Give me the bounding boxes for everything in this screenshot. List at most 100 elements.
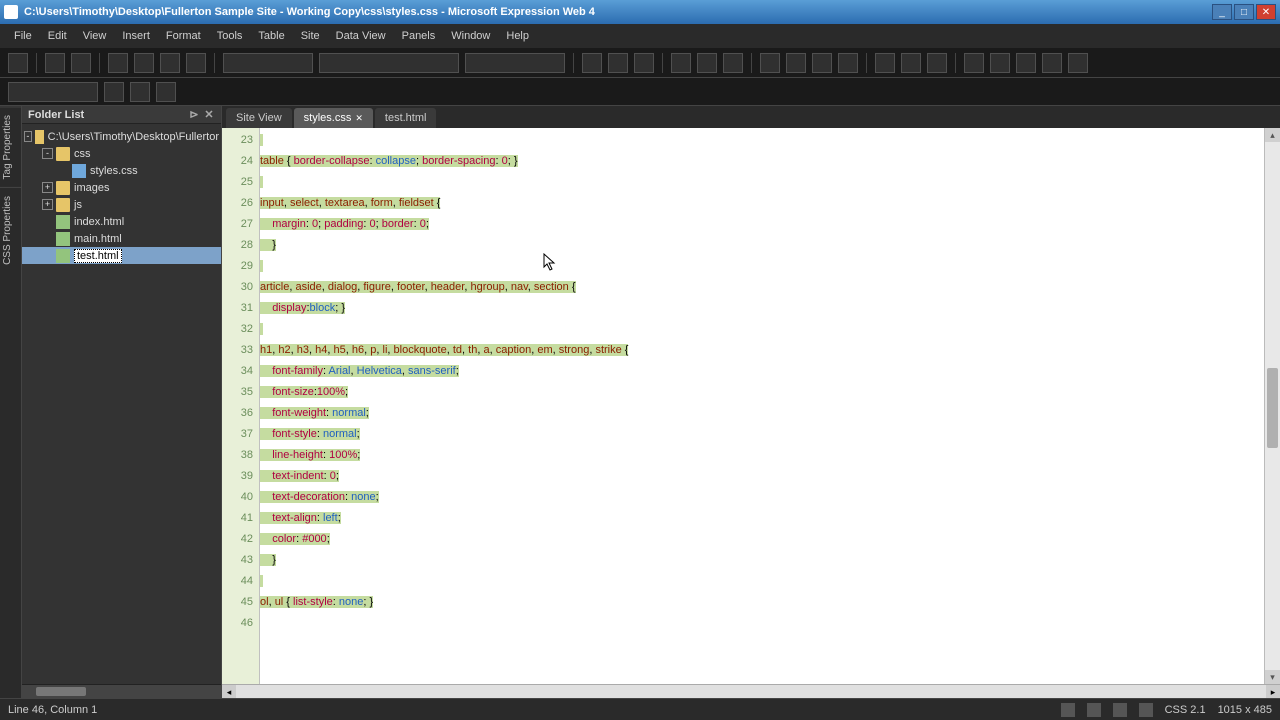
tree-item-index-html[interactable]: index.html bbox=[22, 213, 221, 230]
code-line[interactable] bbox=[260, 613, 1264, 634]
tab-styles-css[interactable]: styles.css✕ bbox=[294, 108, 373, 128]
scroll-thumb[interactable] bbox=[1267, 368, 1278, 448]
scroll-down-icon[interactable]: ▾ bbox=[1265, 670, 1280, 684]
status-css-mode[interactable]: CSS 2.1 bbox=[1165, 704, 1206, 716]
code-line[interactable]: ol, ul { list-style: none; } bbox=[260, 592, 1264, 613]
align-center-button[interactable] bbox=[697, 53, 717, 73]
menu-data-view[interactable]: Data View bbox=[328, 25, 394, 47]
code-line[interactable] bbox=[260, 172, 1264, 193]
code-line[interactable]: input, select, textarea, form, fieldset … bbox=[260, 193, 1264, 214]
menu-insert[interactable]: Insert bbox=[114, 25, 158, 47]
code-line[interactable]: display:block; } bbox=[260, 298, 1264, 319]
insert-layer-button[interactable] bbox=[990, 53, 1010, 73]
save-button[interactable] bbox=[108, 53, 128, 73]
bullet-list-button[interactable] bbox=[786, 53, 806, 73]
menu-edit[interactable]: Edit bbox=[40, 25, 75, 47]
numbered-list-button[interactable] bbox=[760, 53, 780, 73]
tree-item-styles-css[interactable]: styles.css bbox=[22, 162, 221, 179]
insert-table-button[interactable] bbox=[964, 53, 984, 73]
editor-vscroll[interactable]: ▴ ▾ bbox=[1264, 128, 1280, 684]
tab-test-html[interactable]: test.html bbox=[375, 108, 437, 128]
bold-button[interactable] bbox=[582, 53, 602, 73]
tool-c-button[interactable] bbox=[156, 82, 176, 102]
new-file-button[interactable] bbox=[8, 53, 28, 73]
class-dropdown[interactable] bbox=[8, 82, 98, 102]
align-right-button[interactable] bbox=[723, 53, 743, 73]
close-tab-icon[interactable]: ✕ bbox=[355, 113, 363, 124]
font-dropdown[interactable] bbox=[319, 53, 459, 73]
indent-button[interactable] bbox=[838, 53, 858, 73]
size-dropdown[interactable] bbox=[465, 53, 565, 73]
sidetab-css-properties[interactable]: CSS Properties bbox=[0, 187, 21, 273]
code-line[interactable] bbox=[260, 256, 1264, 277]
outdent-button[interactable] bbox=[812, 53, 832, 73]
highlight-button[interactable] bbox=[901, 53, 921, 73]
font-color-button[interactable] bbox=[927, 53, 947, 73]
close-button[interactable]: ✕ bbox=[1256, 4, 1276, 20]
menu-view[interactable]: View bbox=[75, 25, 115, 47]
code-line[interactable] bbox=[260, 571, 1264, 592]
tree-item-images[interactable]: +images bbox=[22, 179, 221, 196]
editor-hscroll[interactable]: ◂ ▸ bbox=[222, 684, 1280, 698]
code-area[interactable]: table { border-collapse: collapse; borde… bbox=[260, 128, 1264, 684]
code-line[interactable]: table { border-collapse: collapse; borde… bbox=[260, 151, 1264, 172]
italic-button[interactable] bbox=[608, 53, 628, 73]
menu-window[interactable]: Window bbox=[443, 25, 498, 47]
insert-image-button[interactable] bbox=[1016, 53, 1036, 73]
code-line[interactable]: article, aside, dialog, figure, footer, … bbox=[260, 277, 1264, 298]
maximize-button[interactable]: □ bbox=[1234, 4, 1254, 20]
menu-tools[interactable]: Tools bbox=[209, 25, 251, 47]
open-site-button[interactable] bbox=[71, 53, 91, 73]
tree-item-test-html[interactable]: test.html bbox=[22, 247, 221, 264]
collapse-icon[interactable]: - bbox=[24, 131, 32, 142]
scroll-left-icon[interactable]: ◂ bbox=[222, 685, 236, 698]
expand-icon[interactable]: + bbox=[42, 182, 53, 193]
paste-button[interactable] bbox=[186, 53, 206, 73]
borders-button[interactable] bbox=[875, 53, 895, 73]
publish-button[interactable] bbox=[160, 53, 180, 73]
minimize-button[interactable]: _ bbox=[1212, 4, 1232, 20]
style-dropdown[interactable] bbox=[223, 53, 313, 73]
hyperlink-button[interactable] bbox=[1042, 53, 1062, 73]
tree-item-js[interactable]: +js bbox=[22, 196, 221, 213]
tool-a-button[interactable] bbox=[104, 82, 124, 102]
menu-help[interactable]: Help bbox=[498, 25, 537, 47]
tree-item-main-html[interactable]: main.html bbox=[22, 230, 221, 247]
scroll-up-icon[interactable]: ▴ bbox=[1265, 128, 1280, 142]
underline-button[interactable] bbox=[634, 53, 654, 73]
code-line[interactable]: text-align: left; bbox=[260, 508, 1264, 529]
tab-site-view[interactable]: Site View bbox=[226, 108, 292, 128]
expand-icon[interactable]: + bbox=[42, 199, 53, 210]
code-line[interactable]: font-family: Arial, Helvetica, sans-seri… bbox=[260, 361, 1264, 382]
refresh-button[interactable] bbox=[1068, 53, 1088, 73]
code-line[interactable]: } bbox=[260, 235, 1264, 256]
menu-table[interactable]: Table bbox=[250, 25, 292, 47]
align-left-button[interactable] bbox=[671, 53, 691, 73]
menu-file[interactable]: File bbox=[6, 25, 40, 47]
open-button[interactable] bbox=[45, 53, 65, 73]
menu-panels[interactable]: Panels bbox=[394, 25, 444, 47]
folder-hscroll[interactable] bbox=[22, 684, 221, 698]
code-line[interactable] bbox=[260, 130, 1264, 151]
tool-b-button[interactable] bbox=[130, 82, 150, 102]
pin-icon[interactable]: ⊳ bbox=[188, 109, 200, 121]
sidetab-tag-properties[interactable]: Tag Properties bbox=[0, 106, 21, 187]
code-line[interactable]: line-height: 100%; bbox=[260, 445, 1264, 466]
code-line[interactable]: text-decoration: none; bbox=[260, 487, 1264, 508]
preview-button[interactable] bbox=[134, 53, 154, 73]
close-panel-icon[interactable]: ✕ bbox=[203, 109, 215, 121]
code-line[interactable]: font-size:100%; bbox=[260, 382, 1264, 403]
scroll-right-icon[interactable]: ▸ bbox=[1266, 685, 1280, 698]
code-line[interactable]: margin: 0; padding: 0; border: 0; bbox=[260, 214, 1264, 235]
code-line[interactable] bbox=[260, 319, 1264, 340]
menu-site[interactable]: Site bbox=[293, 25, 328, 47]
code-line[interactable]: font-weight: normal; bbox=[260, 403, 1264, 424]
folder-tree[interactable]: -C:\Users\Timothy\Desktop\Fullertor-csss… bbox=[22, 124, 221, 684]
code-line[interactable]: color: #000; bbox=[260, 529, 1264, 550]
code-line[interactable]: text-indent: 0; bbox=[260, 466, 1264, 487]
tree-item-css[interactable]: -css bbox=[22, 145, 221, 162]
code-line[interactable]: } bbox=[260, 550, 1264, 571]
collapse-icon[interactable]: - bbox=[42, 148, 53, 159]
menu-format[interactable]: Format bbox=[158, 25, 209, 47]
code-line[interactable]: font-style: normal; bbox=[260, 424, 1264, 445]
